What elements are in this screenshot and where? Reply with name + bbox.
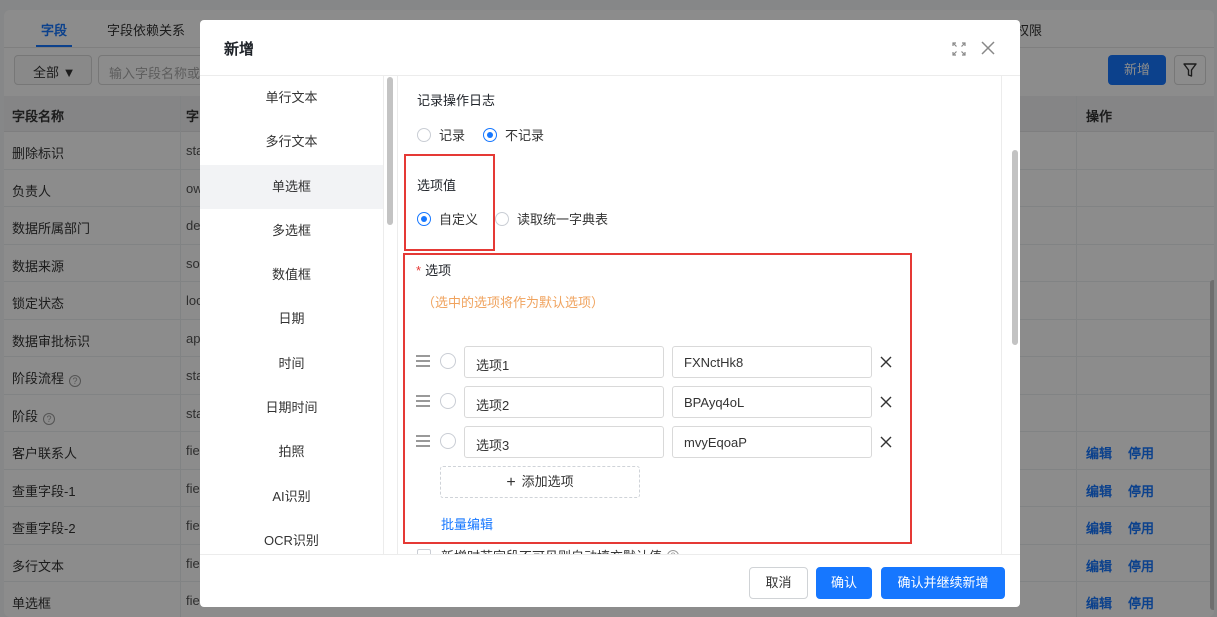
radio-label: 自定义 xyxy=(439,212,479,227)
batch-edit-link[interactable]: 批量编辑 xyxy=(441,514,493,533)
radio-label: 不记录 xyxy=(505,128,545,143)
add-field-dialog: 新增 单行文本 多行文本 单选框 多选框 数值框 日期 时间 日期时间 拍照 AI识别 OCR识别 … xyxy=(200,20,1020,607)
confirm-and-continue-button[interactable]: 确认并继续新增 xyxy=(881,567,1005,599)
option-row: 选项3 mvyEqoaP xyxy=(398,426,898,458)
field-type-list: 单行文本 多行文本 单选框 多选框 数值框 日期 时间 日期时间 拍照 AI识别 OCR识别 xyxy=(200,76,384,554)
options-hint: （选中的选项将作为默认选项） xyxy=(422,295,605,310)
default-option-radio[interactable] xyxy=(440,353,456,369)
dialog-title: 新增 xyxy=(224,41,255,58)
options-label: * 选项 xyxy=(416,260,451,279)
option-label-input[interactable]: 选项3 xyxy=(464,426,664,458)
radio-button[interactable] xyxy=(483,127,497,142)
field-type-item[interactable]: 多选框 xyxy=(200,209,383,253)
radio-button[interactable] xyxy=(495,211,509,226)
highlight-box xyxy=(404,154,495,251)
type-list-scrollbar[interactable] xyxy=(387,77,393,225)
fullscreen-icon[interactable] xyxy=(950,40,968,58)
dialog-header: 新增 xyxy=(200,20,1020,76)
option-value-input[interactable]: BPAyq4oL xyxy=(672,386,872,418)
option-source-label: 选项值 xyxy=(417,178,457,193)
drag-handle-icon[interactable] xyxy=(416,435,430,447)
radio-custom[interactable]: 自定义 xyxy=(417,209,478,228)
delete-option-icon[interactable] xyxy=(878,351,894,371)
field-type-item[interactable]: OCR识别 xyxy=(200,519,383,554)
option-label-input[interactable]: 选项2 xyxy=(464,386,664,418)
options-label-text: 选项 xyxy=(425,263,452,278)
radio-dictionary[interactable]: 读取统一字典表 xyxy=(495,209,608,228)
field-type-item[interactable]: 多行文本 xyxy=(200,120,383,164)
panel-divider xyxy=(1001,76,1002,554)
log-label: 记录操作日志 xyxy=(417,93,496,108)
radio-label: 记录 xyxy=(439,128,466,143)
field-type-item[interactable]: 单行文本 xyxy=(200,76,383,120)
option-value-input[interactable]: mvyEqoaP xyxy=(672,426,872,458)
field-type-item[interactable]: 拍照 xyxy=(200,430,383,474)
auto-fill-default-option[interactable]: 新增时若字段不可见则自动填充默认值 ? xyxy=(417,546,680,554)
cancel-button[interactable]: 取消 xyxy=(749,567,808,599)
drag-handle-icon[interactable] xyxy=(416,395,430,407)
field-type-item[interactable]: 日期时间 xyxy=(200,386,383,430)
form-scrollbar[interactable] xyxy=(1012,150,1018,345)
drag-handle-icon[interactable] xyxy=(416,355,430,367)
default-option-radio[interactable] xyxy=(440,433,456,449)
default-option-radio[interactable] xyxy=(440,393,456,409)
radio-label: 读取统一字典表 xyxy=(517,212,609,227)
delete-option-icon[interactable] xyxy=(878,391,894,411)
field-type-item[interactable]: 日期 xyxy=(200,297,383,341)
auto-fill-label: 新增时若字段不可见则自动填充默认值 xyxy=(441,546,662,554)
field-config-form: 记录操作日志 记录 不记录 选项值 自定义 读取统一字典表 * 选项 （选中的选项… xyxy=(398,76,1020,554)
delete-option-icon[interactable] xyxy=(878,431,894,451)
option-row: 选项2 BPAyq4oL xyxy=(398,386,898,418)
option-label-input[interactable]: 选项1 xyxy=(464,346,664,378)
required-mark: * xyxy=(416,263,422,278)
field-type-item[interactable]: 时间 xyxy=(200,342,383,386)
option-row: 选项1 FXNctHk8 xyxy=(398,346,898,378)
close-icon[interactable] xyxy=(978,38,998,58)
field-type-item[interactable]: 单选框 xyxy=(200,164,383,209)
field-type-item[interactable]: AI识别 xyxy=(200,475,383,519)
dialog-footer: 取消 确认 确认并继续新增 xyxy=(200,554,1020,607)
option-value-input[interactable]: FXNctHk8 xyxy=(672,346,872,378)
radio-log-record[interactable]: 记录 xyxy=(417,125,465,144)
radio-button[interactable] xyxy=(417,211,431,226)
add-option-button[interactable]: + 添加选项 xyxy=(440,466,640,498)
plus-icon: + xyxy=(506,474,516,491)
add-option-label: 添加选项 xyxy=(521,474,574,489)
radio-button[interactable] xyxy=(417,127,431,142)
field-type-item[interactable]: 数值框 xyxy=(200,253,383,297)
confirm-button[interactable]: 确认 xyxy=(816,567,872,599)
radio-log-no-record[interactable]: 不记录 xyxy=(483,125,544,144)
